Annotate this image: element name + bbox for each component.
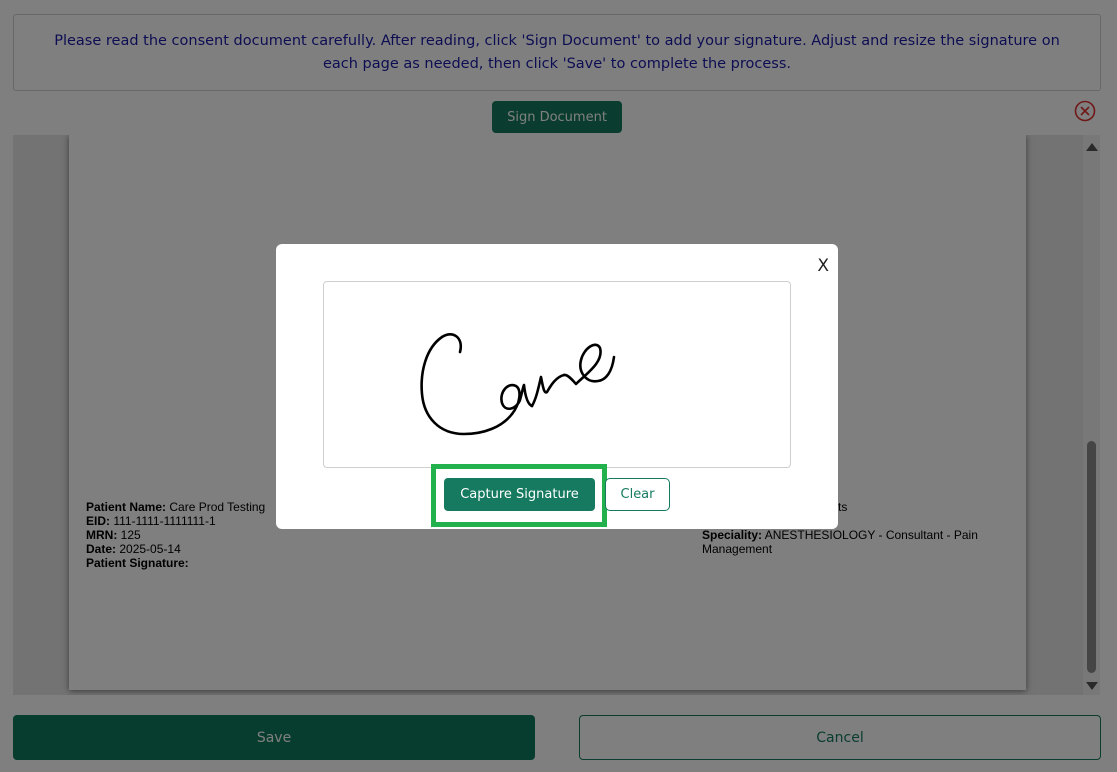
clear-button[interactable]: Clear — [605, 478, 670, 511]
signature-drawing — [420, 332, 616, 436]
signature-modal: X Capture Signature Clear — [276, 244, 838, 529]
modal-close-button[interactable]: X — [817, 256, 829, 276]
capture-signature-button[interactable]: Capture Signature — [444, 478, 595, 511]
signature-pad[interactable] — [323, 281, 791, 468]
